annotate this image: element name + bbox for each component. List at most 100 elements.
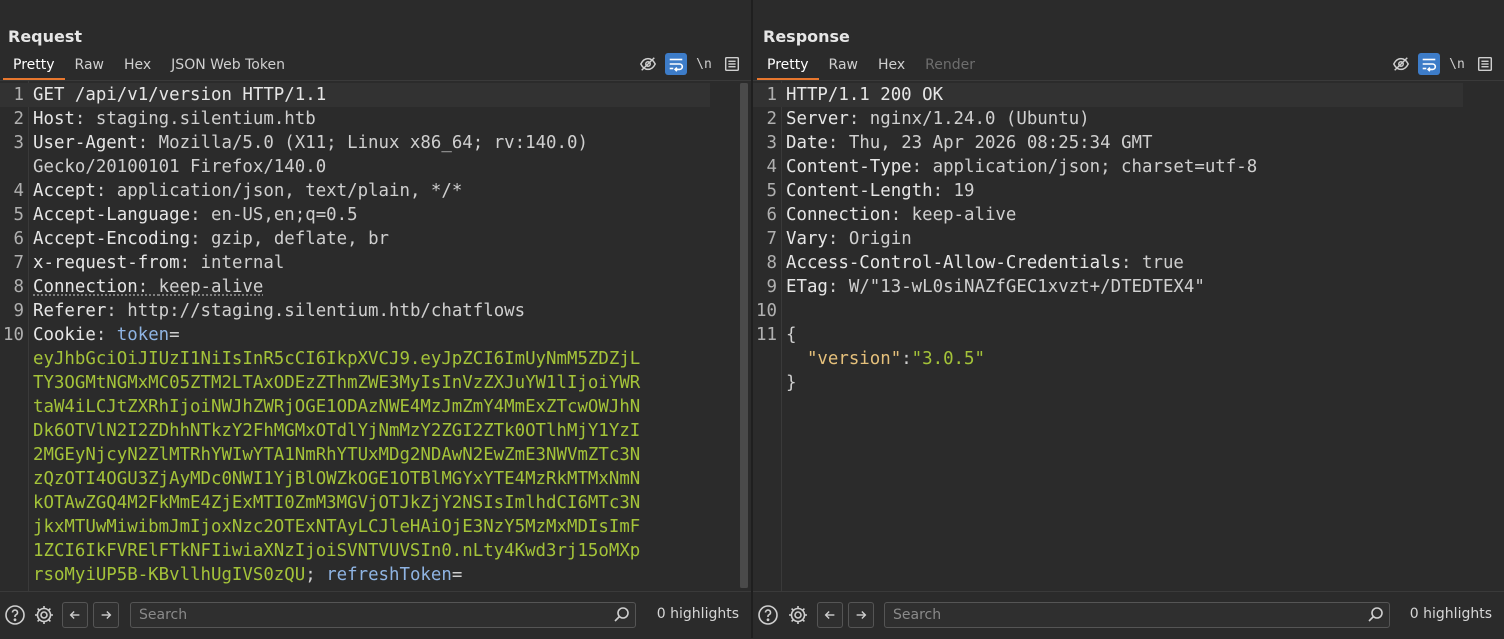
tab-hex[interactable]: Hex — [868, 54, 915, 78]
settings-gear-icon[interactable] — [787, 604, 809, 626]
next-match-button[interactable] — [848, 602, 874, 628]
code-text: Accept-Language: en-US,en;q=0.5 — [33, 203, 358, 227]
header-name: Host — [33, 109, 75, 129]
header-colon: : — [137, 277, 159, 297]
code-line: 2 Server: nginx/1.24.0 (Ubuntu) — [753, 107, 1463, 131]
header-name: Connection — [33, 277, 138, 297]
cookie-token-value: kOTAwZGQ4M2FkMmE4ZjExMTI0ZmM3MGVjOTJkZjY… — [33, 493, 641, 513]
header-colon: : — [179, 253, 201, 273]
header-colon: : — [74, 109, 96, 129]
header-colon: : — [190, 229, 212, 249]
line-number: 6 — [766, 205, 777, 225]
header-value: Thu, 23 Apr 2026 08:25:34 GMT — [848, 133, 1153, 153]
tab-hex[interactable]: Hex — [114, 54, 161, 78]
response-tabs: Pretty Raw Hex Render — [757, 54, 985, 80]
cookie-token-value: zQzOTI4OGU3ZjAyMDc0NWI1YjBlOWZkOGE1OTBlM… — [33, 469, 641, 489]
header-value: internal — [200, 253, 285, 273]
tab-pretty[interactable]: Pretty — [757, 54, 819, 80]
header-name: Accept-Encoding — [33, 229, 191, 249]
header-value: gzip, deflate, br — [211, 229, 390, 249]
json-open-brace: { — [786, 325, 797, 345]
code-line: 6 Accept-Encoding: gzip, deflate, br — [0, 227, 710, 251]
line-number: 8 — [13, 277, 24, 297]
previous-match-button[interactable] — [817, 602, 843, 628]
code-text: Accept-Encoding: gzip, deflate, br — [33, 227, 389, 251]
line-number: 9 — [766, 277, 777, 297]
tab-raw[interactable]: Raw — [819, 54, 868, 78]
line-number: 7 — [766, 229, 777, 249]
menu-icon[interactable] — [1474, 53, 1496, 75]
hide-nonprintable-icon[interactable] — [1390, 53, 1412, 75]
cookie-token-value: Dk6OTVlN2I2ZDhhNTkzY2FhMGMxOTdlYjNmMzY2Z… — [33, 421, 641, 441]
response-editor-tools: \n — [1390, 53, 1496, 75]
line-number: 1 — [13, 85, 24, 105]
code-text: TY3OGMtNGMxMC05ZTM2LTAxODEzZThmZWE3MyIsI… — [33, 371, 640, 395]
newline-toggle[interactable]: \n — [693, 53, 715, 75]
header-name: Content-Type — [786, 157, 912, 177]
request-editor[interactable]: 1 GET /api/v1/version HTTP/1.1 2 Host: stag… — [0, 80, 751, 591]
tab-render[interactable]: Render — [915, 54, 985, 78]
search-icon — [614, 607, 629, 622]
request-search-input[interactable] — [139, 605, 609, 625]
response-search-input[interactable] — [893, 605, 1363, 625]
code-line: taW4iLCJtZXRhIjoiNWJhZWRjOGE1ODAzNWE4MzJ… — [0, 395, 710, 419]
wrap-lines-icon[interactable] — [1418, 53, 1440, 75]
code-line: 4 Accept: application/json, text/plain, *… — [0, 179, 710, 203]
code-text: jkxMTUwMiwibmJmIjoxNzc2OTExNTAyLCJleHAiO… — [33, 515, 640, 539]
tab-json-web-token[interactable]: JSON Web Token — [161, 54, 295, 78]
code-line: 4 Content-Type: application/json; charset… — [753, 155, 1463, 179]
header-value: keep-alive — [911, 205, 1017, 225]
header-name: Cookie — [33, 325, 96, 345]
status-line: HTTP/1.1 200 OK — [786, 85, 944, 105]
settings-gear-icon[interactable] — [33, 604, 55, 626]
code-text: GET /api/v1/version HTTP/1.1 — [33, 83, 326, 107]
response-pane: Response Pretty Raw Hex Render \n 1 HTTP/… — [753, 0, 1504, 639]
code-text: rsoMyiUP5B-KBvllhUgIVS0zQU; refreshToken… — [33, 563, 462, 587]
header-value: W/"13-wL0siNAZfGEC1xvzt+/DTEDTEX4" — [848, 277, 1205, 297]
code-text: eyJhbGciOiJIUzI1NiIsInR5cCI6IkpXVCJ9.eyJ… — [33, 347, 640, 371]
request-scrollbar[interactable] — [740, 83, 748, 588]
hide-nonprintable-icon[interactable] — [637, 53, 659, 75]
response-search-bar: 0 highlights — [753, 591, 1504, 639]
header-colon: : — [190, 205, 212, 225]
line-number: 3 — [13, 133, 24, 153]
help-icon[interactable] — [4, 604, 26, 626]
line-number: 2 — [766, 109, 777, 129]
newline-toggle[interactable]: \n — [1446, 53, 1468, 75]
cookie-token-value: 1ZCI6IkFVRElFTkNFIiwiaXNzIjoiSVNTVUVSIn0… — [33, 541, 641, 561]
code-line: jkxMTUwMiwibmJmIjoxNzc2OTExNTAyLCJleHAiO… — [0, 515, 710, 539]
wrap-lines-icon[interactable] — [665, 53, 687, 75]
cookie-equals: = — [169, 325, 180, 345]
previous-match-button[interactable] — [62, 602, 88, 628]
cookie-token-value: TY3OGMtNGMxMC05ZTM2LTAxODEzZThmZWE3MyIsI… — [33, 373, 641, 393]
response-search-box — [884, 602, 1390, 628]
code-line: 5 Accept-Language: en-US,en;q=0.5 — [0, 203, 710, 227]
header-colon: : — [106, 301, 128, 321]
header-colon: : — [890, 205, 912, 225]
header-name: x-request-from — [33, 253, 180, 273]
cookie-equals: = — [451, 565, 463, 585]
code-text: 2MGEyNjcyN2ZlMTRhYWIwYTA1NmRhYTUxMDg2NDA… — [33, 443, 640, 467]
header-value: http://staging.silentium.htb/chatflows — [127, 301, 526, 321]
code-text: User-Agent: Mozilla/5.0 (X11; Linux x86_… — [33, 131, 588, 155]
tab-raw[interactable]: Raw — [65, 54, 114, 78]
header-colon: : — [932, 181, 954, 201]
code-line: 3 User-Agent: Mozilla/5.0 (X11; Linux x86… — [0, 131, 710, 155]
help-icon[interactable] — [757, 604, 779, 626]
cookie-token-value: eyJhbGciOiJIUzI1NiIsInR5cCI6IkpXVCJ9.eyJ… — [33, 349, 641, 369]
code-line: TY3OGMtNGMxMC05ZTM2LTAxODEzZThmZWE3MyIsI… — [0, 371, 710, 395]
code-text: 1ZCI6IkFVRElFTkNFIiwiaXNzIjoiSVNTVUVSIn0… — [33, 539, 640, 563]
cookie-token-value: rsoMyiUP5B-KBvllhUgIVS0zQU — [33, 565, 306, 585]
scrollbar-thumb[interactable] — [740, 83, 748, 588]
header-value: nginx/1.24.0 (Ubuntu) — [869, 109, 1090, 129]
code-text: Gecko/20100101 Firefox/140.0 — [33, 155, 326, 179]
response-editor[interactable]: 1 HTTP/1.1 200 OK 2 Server: nginx/1.24.0 (U… — [753, 80, 1504, 591]
next-match-button[interactable] — [93, 602, 119, 628]
tab-pretty[interactable]: Pretty — [3, 54, 65, 80]
code-text: Content-Length: 19 — [786, 179, 975, 203]
json-close-brace: } — [786, 373, 797, 393]
code-text: "version":"3.0.5" — [786, 347, 985, 371]
code-text: Connection: keep-alive — [786, 203, 1016, 227]
header-value: staging.silentium.htb — [95, 109, 316, 129]
menu-icon[interactable] — [721, 53, 743, 75]
